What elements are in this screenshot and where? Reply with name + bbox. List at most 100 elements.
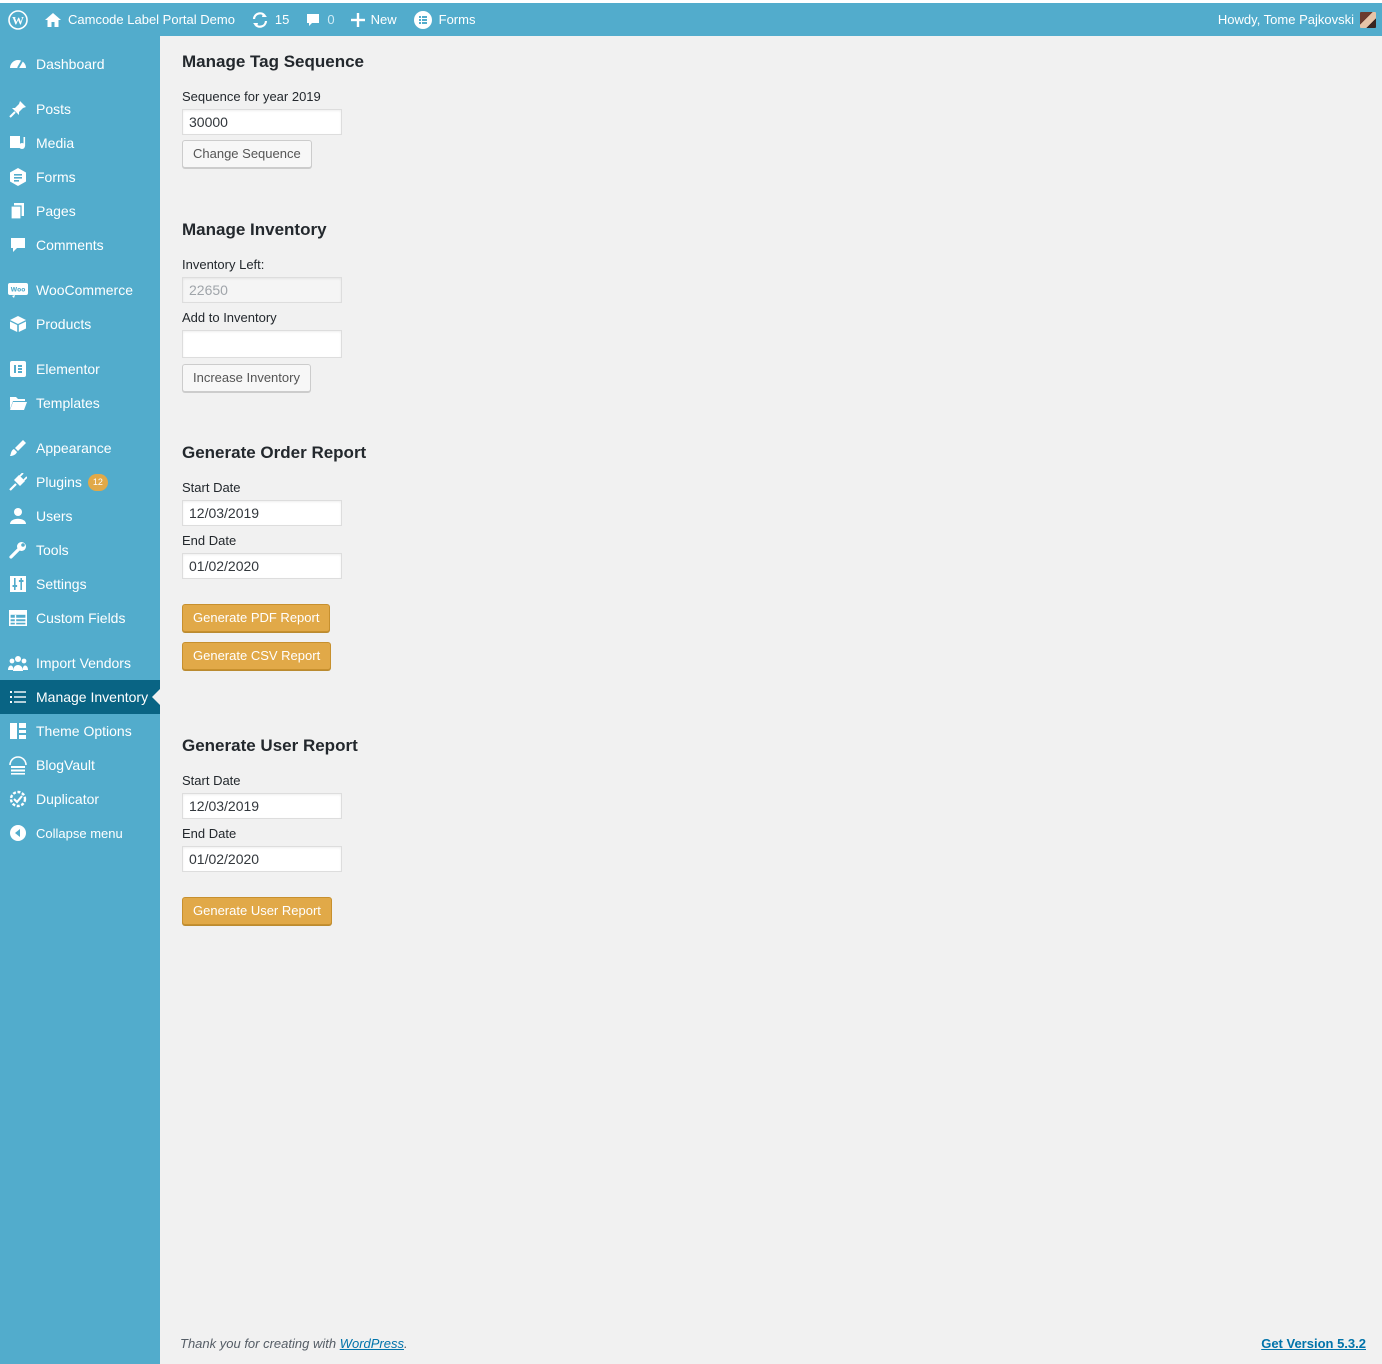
user-start-date-input[interactable] (182, 793, 342, 819)
sidebar-item-forms[interactable]: Forms (0, 160, 160, 194)
sidebar-item-pages[interactable]: Pages (0, 194, 160, 228)
sidebar-label: Products (36, 316, 92, 332)
my-account-link[interactable]: Howdy, Tome Pajkovski (1210, 3, 1382, 36)
user-report-title: Generate User Report (182, 736, 358, 755)
generate-pdf-report-button[interactable]: Generate PDF Report (182, 604, 331, 632)
sidebar-label: Templates (36, 395, 100, 411)
dashboard-icon (0, 55, 36, 73)
wrench-icon (0, 541, 36, 559)
sidebar-label: Forms (36, 169, 76, 185)
svg-text:Woo: Woo (11, 287, 26, 294)
sidebar-item-duplicator[interactable]: Duplicator (0, 782, 160, 816)
footer-thankyou-text: Thank you for creating with (180, 1336, 340, 1351)
sidebar-label: Appearance (36, 440, 112, 456)
plugin-icon (0, 473, 36, 491)
avatar (1360, 11, 1376, 28)
generate-csv-report-button[interactable]: Generate CSV Report (182, 642, 332, 670)
order-start-date-input[interactable] (182, 500, 342, 526)
sidebar-item-posts[interactable]: Posts (0, 92, 160, 126)
sidebar-item-dashboard[interactable]: Dashboard (0, 47, 160, 81)
generate-user-report-button[interactable]: Generate User Report (182, 897, 332, 925)
comments-count: 0 (327, 12, 335, 27)
get-version-link[interactable]: Get Version 5.3.2 (1261, 1336, 1366, 1351)
increase-inventory-button[interactable]: Increase Inventory (182, 364, 311, 392)
sidebar-item-custom-fields[interactable]: Custom Fields (0, 601, 160, 635)
sidebar-item-settings[interactable]: Settings (0, 567, 160, 601)
wordpress-link[interactable]: WordPress (340, 1336, 404, 1351)
sidebar-label: Import Vendors (36, 655, 131, 671)
howdy-text: Howdy, Tome Pajkovski (1217, 12, 1354, 27)
admin-bar: W Camcode Label Portal Demo 15 0 New For… (0, 0, 1382, 36)
sidebar-label: Dashboard (36, 56, 105, 72)
comments-link[interactable]: 0 (297, 3, 342, 36)
sidebar-item-templates[interactable]: Templates (0, 386, 160, 420)
order-start-date-label: Start Date (182, 480, 241, 495)
sidebar-item-comments[interactable]: Comments (0, 228, 160, 262)
change-sequence-button[interactable]: Change Sequence (182, 140, 312, 168)
settings-icon (0, 575, 36, 593)
sidebar-label: Tools (36, 542, 69, 558)
sidebar-label: Theme Options (36, 723, 132, 739)
pages-icon (0, 202, 36, 220)
media-icon (0, 134, 36, 152)
sidebar-item-tools[interactable]: Tools (0, 533, 160, 567)
blogvault-icon (0, 755, 36, 775)
sidebar-item-blogvault[interactable]: BlogVault (0, 748, 160, 782)
sidebar-label: Manage Inventory (36, 689, 149, 705)
forms-label: Forms (438, 12, 476, 27)
admin-sidebar: Dashboard Posts Media Forms Pages Commen… (0, 36, 160, 1364)
user-start-date-label: Start Date (182, 773, 241, 788)
comment-bubble-icon (305, 12, 321, 28)
woocommerce-icon: Woo (0, 282, 36, 298)
plus-icon (350, 12, 365, 27)
wordpress-logo-icon[interactable]: W (0, 3, 36, 36)
site-name-link[interactable]: Camcode Label Portal Demo (36, 3, 243, 36)
svg-text:W: W (12, 13, 24, 27)
collapse-icon (0, 824, 36, 842)
add-inventory-label: Add to Inventory (182, 310, 277, 325)
sidebar-label: WooCommerce (36, 282, 133, 298)
site-name: Camcode Label Portal Demo (68, 12, 235, 27)
updates-count: 15 (274, 12, 290, 27)
forms-link[interactable]: Forms (405, 3, 484, 36)
sidebar-item-theme-options[interactable]: Theme Options (0, 714, 160, 748)
sidebar-label: Plugins (36, 474, 82, 490)
user-end-date-input[interactable] (182, 846, 342, 872)
updates-link[interactable]: 15 (243, 3, 297, 36)
forms-icon (413, 10, 433, 30)
sidebar-label: Comments (36, 237, 104, 253)
sidebar-item-manage-inventory[interactable]: Manage Inventory (0, 680, 160, 714)
order-report-title: Generate Order Report (182, 443, 367, 462)
sidebar-label: Elementor (36, 361, 100, 377)
add-inventory-input[interactable] (182, 330, 342, 358)
sidebar-label: Media (36, 135, 75, 151)
sidebar-item-products[interactable]: Products (0, 307, 160, 341)
new-content-link[interactable]: New (343, 3, 405, 36)
collapse-menu-button[interactable]: Collapse menu (0, 816, 160, 850)
sidebar-item-woocommerce[interactable]: Woo WooCommerce (0, 273, 160, 307)
sidebar-item-media[interactable]: Media (0, 126, 160, 160)
order-end-date-input[interactable] (182, 553, 342, 579)
sidebar-label: Settings (36, 576, 87, 592)
sidebar-item-appearance[interactable]: Appearance (0, 431, 160, 465)
sidebar-label: Custom Fields (36, 610, 126, 626)
home-icon (44, 12, 62, 28)
groups-icon (0, 654, 36, 672)
sidebar-item-users[interactable]: Users (0, 499, 160, 533)
inventory-left-input (182, 277, 342, 303)
sidebar-item-plugins[interactable]: Plugins 12 (0, 465, 160, 499)
box-icon (0, 315, 36, 333)
sidebar-item-elementor[interactable]: Elementor (0, 352, 160, 386)
order-end-date-label: End Date (182, 533, 237, 548)
sequence-input[interactable] (182, 109, 342, 135)
table-icon (0, 610, 36, 626)
sidebar-label: BlogVault (36, 757, 95, 773)
sequence-label: Sequence for year 2019 (182, 89, 321, 104)
sidebar-label: Pages (36, 203, 76, 219)
sidebar-item-import-vendors[interactable]: Import Vendors (0, 646, 160, 680)
duplicator-icon (0, 789, 36, 809)
new-label: New (370, 12, 397, 27)
sidebar-label: Posts (36, 101, 72, 117)
inventory-title: Manage Inventory (182, 220, 327, 239)
brush-icon (0, 439, 36, 457)
